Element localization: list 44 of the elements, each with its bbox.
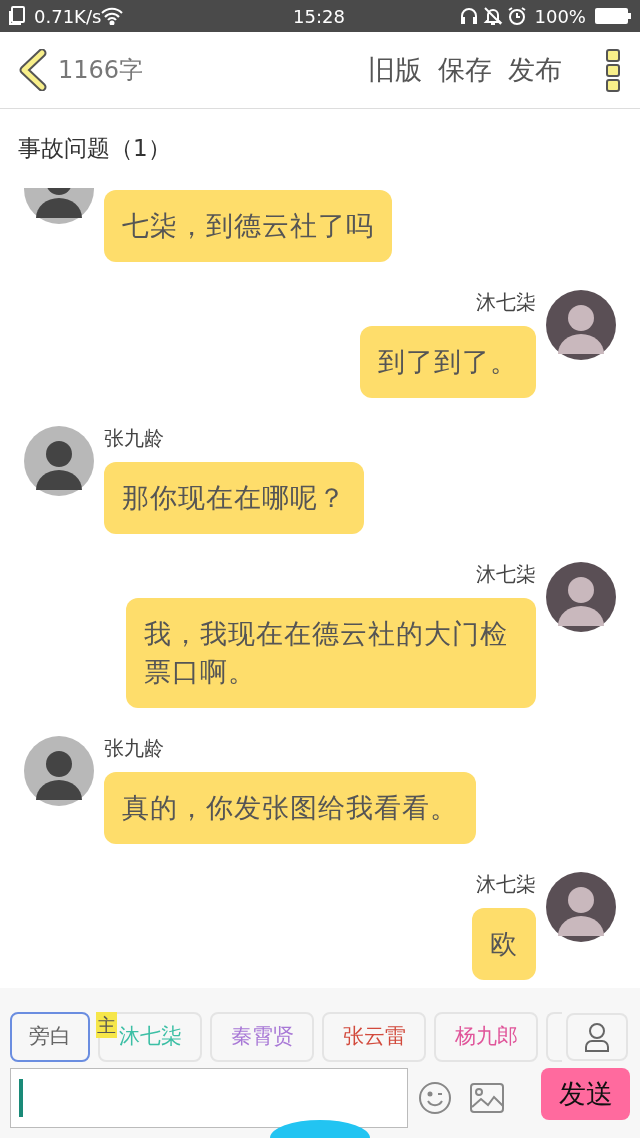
section-title: 事故问题（1）	[18, 134, 171, 164]
message-bubble: 欧	[472, 908, 536, 980]
message-bubble: 真的，你发张图给我看看。	[104, 772, 476, 844]
bell-off-icon	[482, 6, 503, 26]
role-chip[interactable]: 杨九郎	[434, 1012, 538, 1062]
message-bubble: 七柒，到德云社了吗	[104, 190, 392, 262]
headset-icon	[458, 6, 479, 26]
header-action-button[interactable]: 保存	[438, 49, 492, 91]
sim-icon	[8, 6, 26, 26]
message-bubble: 到了到了。	[360, 326, 536, 398]
role-chip[interactable]: 旁白	[10, 1012, 90, 1062]
sender-name: 沐七柒	[476, 562, 536, 586]
role-chip[interactable]: 主沐七柒	[98, 1012, 202, 1062]
word-count: 1166字	[58, 55, 144, 86]
sender-name: 沐七柒	[476, 872, 536, 896]
wifi-icon	[101, 7, 124, 25]
message-input[interactable]	[10, 1068, 408, 1128]
battery-level: 100%	[534, 4, 586, 29]
message-bubble: 我，我现在在德云社的大门检票口啊。	[126, 598, 536, 708]
message-bubble: 那你现在在哪呢？	[104, 462, 364, 534]
person-icon	[584, 1022, 610, 1052]
avatar	[546, 290, 616, 360]
profile-button[interactable]	[566, 1013, 628, 1061]
back-icon[interactable]	[18, 49, 48, 91]
alarm-icon	[506, 6, 527, 26]
main-role-badge: 主	[96, 1012, 117, 1038]
avatar	[546, 562, 616, 632]
sender-name: 张九龄	[104, 736, 164, 760]
battery-icon	[594, 7, 632, 25]
sender-name: 沐七柒	[476, 290, 536, 314]
emoji-icon[interactable]	[418, 1081, 452, 1115]
avatar	[24, 736, 94, 806]
avatar	[24, 426, 94, 496]
sender-name: 张九龄	[104, 426, 164, 450]
role-chip[interactable]: 张云雷	[322, 1012, 426, 1062]
send-button[interactable]: 发送	[541, 1068, 630, 1120]
header-action-button[interactable]: 旧版	[368, 49, 422, 91]
avatar	[546, 872, 616, 942]
role-chip[interactable]: 秦霄贤	[210, 1012, 314, 1062]
network-speed: 0.71K/s	[34, 4, 102, 29]
image-icon[interactable]	[470, 1083, 504, 1113]
clock: 15:28	[292, 4, 345, 29]
header-action-button[interactable]: 发布	[508, 49, 562, 91]
menu-icon[interactable]	[604, 48, 622, 92]
